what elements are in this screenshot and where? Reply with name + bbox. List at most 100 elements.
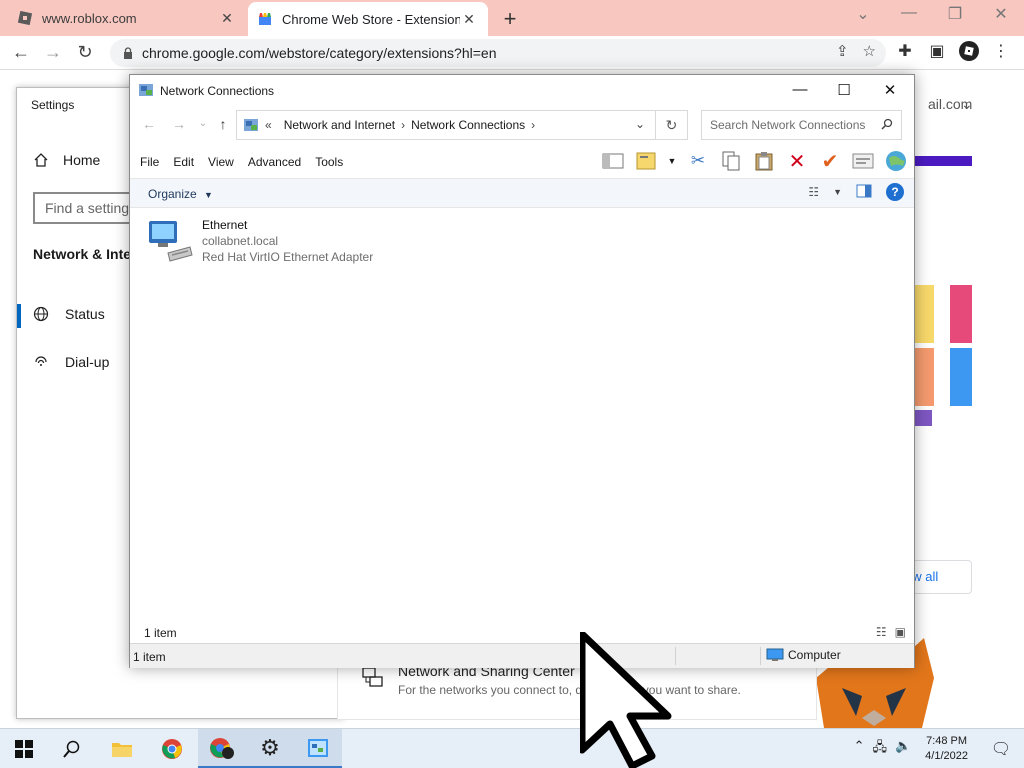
tab-close-icon[interactable]: ✕ <box>460 11 478 28</box>
views-icon[interactable] <box>634 149 658 173</box>
status-zone: Computer <box>766 648 841 662</box>
close-button[interactable]: ✕ <box>868 81 912 99</box>
preview-pane-icon[interactable] <box>856 184 872 201</box>
chrome-tab-bar: www.roblox.com ✕ Chrome Web Store - Exte… <box>0 0 1024 36</box>
tab-close-icon[interactable]: ✕ <box>218 10 236 27</box>
status-zone-label: Computer <box>788 648 841 662</box>
item-count: 1 item <box>144 626 177 640</box>
address-row: ← → ⌄ ↑ « Network and Internet › Network… <box>130 108 914 142</box>
search-button[interactable] <box>48 729 96 768</box>
app-tile-orange[interactable] <box>912 348 934 406</box>
network-connections-window: Network Connections — ☐ ✕ ← → ⌄ ↑ « Netw… <box>129 74 915 668</box>
tab-chrome-web-store[interactable]: Chrome Web Store - Extensions ✕ <box>248 2 488 36</box>
settings-home-link[interactable]: Home <box>33 152 100 168</box>
details-view-icon[interactable]: ☷ <box>876 625 887 639</box>
address-breadcrumb[interactable]: « Network and Internet › Network Connect… <box>236 110 656 140</box>
bookmark-star-icon[interactable]: ☆ <box>863 42 876 60</box>
large-icons-view-icon[interactable]: ▣ <box>895 625 906 639</box>
close-button[interactable]: ✕ <box>978 4 1024 24</box>
search-network-connections-input[interactable]: Search Network Connections <box>701 110 902 140</box>
chrome-profile-taskbar-button[interactable] <box>198 729 246 768</box>
view-dropdown-icon[interactable]: ▼ <box>833 187 842 197</box>
home-icon <box>34 153 48 167</box>
organize-button[interactable]: Organize ▼ <box>148 187 213 201</box>
title-bar[interactable]: Network Connections — ☐ ✕ <box>130 75 914 105</box>
settings-item-status[interactable]: Status <box>17 304 105 328</box>
copy-icon[interactable] <box>719 149 743 173</box>
up-button[interactable]: ↑ <box>212 116 234 132</box>
new-tab-button[interactable]: + <box>498 6 522 32</box>
chrome-menu-icon[interactable]: ⋮ <box>990 41 1012 61</box>
chrome-taskbar-button[interactable] <box>148 729 196 768</box>
internet-globe-icon[interactable] <box>884 149 908 173</box>
restore-button[interactable]: ❐ <box>932 4 978 24</box>
settings-section-heading: Network & Inte <box>33 246 132 262</box>
network-connections-taskbar-button[interactable] <box>294 729 342 768</box>
breadcrumb-network-internet[interactable]: Network and Internet <box>284 118 395 132</box>
forward-button[interactable]: → <box>168 116 190 132</box>
clock[interactable]: 7:48 PM 4/1/2022 <box>925 734 968 764</box>
notification-center-icon[interactable]: 🗨 <box>986 739 1016 759</box>
change-view-icon[interactable]: ☷ <box>808 185 819 199</box>
breadcrumb-overflow-icon[interactable]: « <box>265 118 272 132</box>
settings-item-dial-up[interactable]: Dial-up <box>33 354 109 370</box>
menu-edit[interactable]: Edit <box>173 155 194 169</box>
menu-tools[interactable]: Tools <box>315 155 343 169</box>
breadcrumb-network-connections[interactable]: Network Connections <box>411 118 525 132</box>
back-button[interactable]: ← <box>8 41 34 65</box>
forward-button[interactable]: → <box>40 41 66 65</box>
app-tile-purple[interactable] <box>912 410 932 426</box>
minimize-button[interactable]: — <box>778 81 822 98</box>
show-hidden-icons-chevron-icon[interactable]: ⌃ <box>854 738 865 760</box>
breadcrumb-chevron-icon[interactable]: › <box>531 118 535 132</box>
chevron-down-icon: ▼ <box>204 190 213 200</box>
extensions-puzzle-icon[interactable]: ✚ <box>894 41 916 61</box>
views-dropdown-icon[interactable]: ▼ <box>667 149 677 173</box>
refresh-button[interactable]: ↻ <box>656 110 688 140</box>
recent-locations-icon[interactable]: ⌄ <box>192 118 214 129</box>
network-status-icon[interactable]: 🖧 <box>872 738 887 760</box>
file-explorer-button[interactable] <box>98 729 146 768</box>
sidepanel-icon[interactable]: ▣ <box>926 41 948 61</box>
taskbar: ⚙ ⌃ 🖧 🔈 7:48 PM 4/1/2022 🗨 <box>0 728 1024 768</box>
organize-label: Organize <box>148 187 197 201</box>
delete-icon[interactable]: ✕ <box>785 149 809 173</box>
help-icon[interactable]: ? <box>886 183 904 201</box>
checkmark-icon[interactable]: ✔ <box>818 149 842 173</box>
menu-file[interactable]: File <box>140 155 159 169</box>
address-dropdown-icon[interactable]: ⌄ <box>635 117 645 131</box>
properties-icon[interactable] <box>851 149 875 173</box>
tab-search-icon[interactable]: ⌄ <box>840 4 886 24</box>
start-button[interactable] <box>0 729 48 768</box>
chrome-icon <box>162 739 182 759</box>
menu-view[interactable]: View <box>208 155 234 169</box>
app-tile-yellow[interactable] <box>912 285 934 343</box>
settings-item-label: Dial-up <box>65 354 110 370</box>
reload-button[interactable]: ↻ <box>72 41 98 65</box>
settings-taskbar-button[interactable]: ⚙ <box>246 729 294 768</box>
tab-roblox[interactable]: www.roblox.com ✕ <box>8 0 246 36</box>
url-text: chrome.google.com/webstore/category/exte… <box>142 45 497 61</box>
chevron-down-icon[interactable]: ⌄ <box>961 96 973 113</box>
gear-icon: ⚙ <box>260 734 280 760</box>
clock-time: 7:48 PM <box>926 735 968 747</box>
connection-adapter: Red Hat VirtIO Ethernet Adapter <box>202 250 374 264</box>
share-icon[interactable]: ⇪ <box>836 42 849 60</box>
menu-advanced[interactable]: Advanced <box>248 155 301 169</box>
network-folder-icon <box>139 84 153 96</box>
breadcrumb-chevron-icon[interactable]: › <box>401 118 405 132</box>
cut-icon[interactable]: ✂ <box>686 149 710 173</box>
profile-avatar-icon[interactable] <box>958 41 980 66</box>
connection-ethernet[interactable]: Ethernet collabnet.local Red Hat VirtIO … <box>146 217 373 267</box>
classic-toolbar: ▼ ✂ ✕ ✔ <box>601 149 908 173</box>
back-button[interactable]: ← <box>138 116 160 132</box>
volume-icon[interactable]: 🔈 <box>895 738 911 760</box>
status-item-count: 1 item <box>133 650 166 664</box>
address-bar[interactable]: chrome.google.com/webstore/category/exte… <box>110 39 886 67</box>
minimize-button[interactable]: — <box>886 4 932 22</box>
maximize-button[interactable]: ☐ <box>822 81 866 99</box>
folders-pane-icon[interactable] <box>601 149 625 173</box>
app-tile-blue[interactable] <box>950 348 972 406</box>
app-tile-pink[interactable] <box>950 285 972 343</box>
paste-icon[interactable] <box>752 149 776 173</box>
